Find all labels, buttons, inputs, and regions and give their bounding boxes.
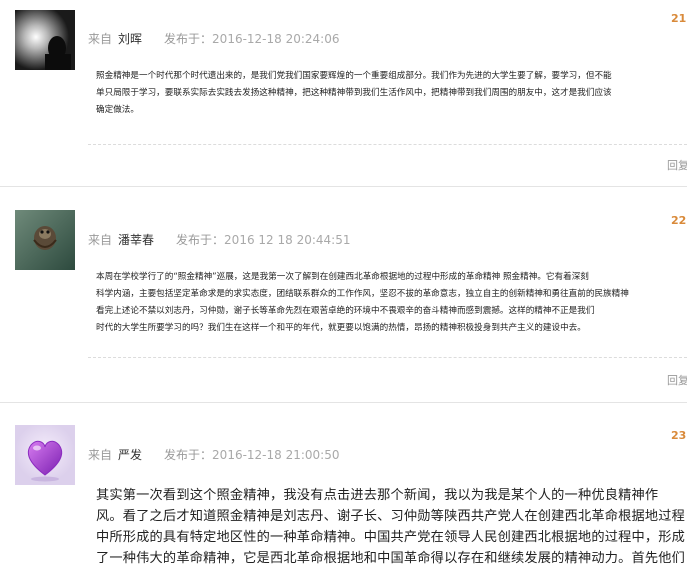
- avatar-image: [15, 210, 75, 270]
- avatar[interactable]: [15, 10, 75, 70]
- comment-item: 来自 刘晖 发布于：2016-12-18 20:24:06 21 照金精神是一个时代…: [0, 0, 687, 186]
- avatar[interactable]: [15, 425, 75, 485]
- time-label: 发布于：: [164, 32, 213, 46]
- comment-body: 其实第一次看到这个照金精神，我没有点击进去那个新闻，我以为我是某个人的一种优良精…: [96, 488, 686, 566]
- floor-number: 22: [671, 214, 687, 227]
- avatar[interactable]: [15, 210, 75, 270]
- comment-item: 来自 潘莘春 发布于：2016 12 18 20:44:51 22 本周在学校学行了…: [0, 187, 687, 401]
- comment-meta: 来自 刘晖 发布于：2016-12-18 20:24:06: [88, 30, 340, 47]
- author-name[interactable]: 刘晖: [118, 32, 142, 46]
- divider: [88, 357, 687, 358]
- source-label: 来自: [88, 32, 113, 46]
- avatar-image: [15, 425, 75, 485]
- post-time: 2016-12-18 20:24:06: [212, 32, 340, 46]
- avatar-image: [15, 10, 75, 70]
- floor-number: 21: [671, 12, 687, 25]
- post-time: 2016-12-18 21:00:50: [212, 448, 340, 462]
- comment-body: 本周在学校学行了的“照金精神”巡展，这是我第一次了解到在创建西北革命根据地的过程…: [96, 272, 629, 333]
- comment-meta: 来自 严发 发布于：2016-12-18 21:00:50: [88, 446, 340, 463]
- divider: [88, 144, 687, 145]
- time-label: 发布于：: [164, 448, 213, 462]
- floor-number: 23: [671, 429, 687, 442]
- comment-item: 来自 严发 发布于：2016-12-18 21:00:50 23 其实第一次看到这个…: [0, 403, 687, 568]
- reply-button[interactable]: 回复: [667, 372, 687, 388]
- source-label: 来自: [88, 233, 113, 247]
- author-name[interactable]: 潘莘春: [118, 233, 154, 247]
- source-label: 来自: [88, 448, 113, 462]
- author-name[interactable]: 严发: [118, 448, 142, 462]
- comment-meta: 来自 潘莘春 发布于：2016 12 18 20:44:51: [88, 231, 350, 248]
- time-label: 发布于：: [176, 233, 225, 247]
- reply-button[interactable]: 回复: [667, 157, 687, 173]
- comment-body: 照金精神是一个时代那个时代遗出来的，是我们党我们国家要辉煌的一个重要组成部分。我…: [96, 71, 612, 115]
- post-time: 2016 12 18 20:44:51: [224, 233, 351, 247]
